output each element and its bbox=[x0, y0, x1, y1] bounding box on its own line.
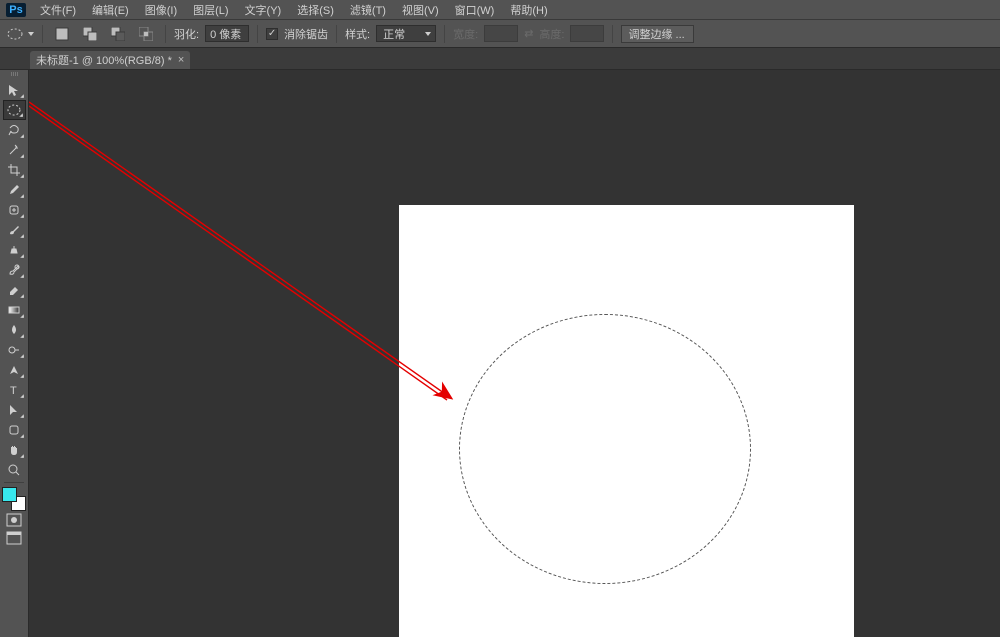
style-label: 样式: bbox=[345, 26, 370, 42]
separator bbox=[444, 25, 445, 43]
magic-wand-tool[interactable] bbox=[3, 140, 26, 160]
swap-wh-icon: ⇄ bbox=[524, 27, 533, 40]
healing-brush-tool[interactable] bbox=[3, 200, 26, 220]
separator bbox=[165, 25, 166, 43]
menu-select[interactable]: 选择(S) bbox=[291, 0, 340, 20]
menu-edit[interactable]: 编辑(E) bbox=[86, 0, 135, 20]
selection-add-icon[interactable] bbox=[79, 24, 101, 44]
lasso-tool[interactable] bbox=[3, 120, 26, 140]
quick-mask-toggle[interactable] bbox=[3, 511, 26, 529]
ellipse-marquee-icon bbox=[6, 27, 26, 41]
shape-tool[interactable] bbox=[3, 420, 26, 440]
pen-tool[interactable] bbox=[3, 360, 26, 380]
antialias-label: 消除锯齿 bbox=[284, 26, 328, 42]
history-brush-tool[interactable] bbox=[3, 260, 26, 280]
separator bbox=[612, 25, 613, 43]
menu-image[interactable]: 图像(I) bbox=[139, 0, 183, 20]
separator bbox=[257, 25, 258, 43]
selection-intersect-icon[interactable] bbox=[135, 24, 157, 44]
color-swatches[interactable] bbox=[2, 487, 26, 511]
document-tab[interactable]: 未标题-1 @ 100%(RGB/8) * × bbox=[30, 51, 190, 69]
zoom-tool[interactable] bbox=[3, 460, 26, 480]
chevron-down-icon bbox=[425, 32, 431, 36]
menu-bar: Ps 文件(F) 编辑(E) 图像(I) 图层(L) 文字(Y) 选择(S) 滤… bbox=[0, 0, 1000, 20]
workspace: T bbox=[0, 70, 1000, 637]
options-bar: 羽化: 0 像素 消除锯齿 样式: 正常 宽度: ⇄ 高度: 调整边缘 ... bbox=[0, 20, 1000, 48]
menu-layer[interactable]: 图层(L) bbox=[187, 0, 234, 20]
clone-stamp-tool[interactable] bbox=[3, 240, 26, 260]
document-tab-title: 未标题-1 @ 100%(RGB/8) * bbox=[36, 52, 172, 68]
height-input bbox=[570, 25, 604, 42]
document-tab-bar: 未标题-1 @ 100%(RGB/8) * × bbox=[0, 48, 1000, 70]
width-input bbox=[484, 25, 518, 42]
style-value: 正常 bbox=[383, 26, 405, 42]
menu-filter[interactable]: 滤镜(T) bbox=[344, 0, 392, 20]
canvas-area[interactable] bbox=[29, 70, 1000, 637]
blur-tool[interactable] bbox=[3, 320, 26, 340]
elliptical-marquee-tool[interactable] bbox=[3, 100, 26, 120]
refine-edge-button[interactable]: 调整边缘 ... bbox=[621, 25, 693, 43]
chevron-down-icon bbox=[28, 32, 34, 36]
refine-edge-label: 调整边缘 ... bbox=[628, 26, 684, 42]
current-tool-indicator[interactable] bbox=[6, 24, 34, 44]
brush-tool[interactable] bbox=[3, 220, 26, 240]
hand-tool[interactable] bbox=[3, 440, 26, 460]
menu-window[interactable]: 窗口(W) bbox=[449, 0, 501, 20]
marquee-selection bbox=[459, 314, 751, 584]
eraser-tool[interactable] bbox=[3, 280, 26, 300]
foreground-color-swatch[interactable] bbox=[2, 487, 17, 502]
menu-file[interactable]: 文件(F) bbox=[34, 0, 82, 20]
app-logo: Ps bbox=[6, 3, 26, 17]
feather-label: 羽化: bbox=[174, 26, 199, 42]
crop-tool[interactable] bbox=[3, 160, 26, 180]
svg-text:T: T bbox=[10, 385, 17, 397]
separator bbox=[4, 482, 24, 483]
move-tool[interactable] bbox=[3, 80, 26, 100]
path-selection-tool[interactable] bbox=[3, 400, 26, 420]
antialias-checkbox[interactable] bbox=[266, 28, 278, 40]
panel-grip-icon[interactable] bbox=[4, 72, 24, 78]
selection-subtract-icon[interactable] bbox=[107, 24, 129, 44]
tool-palette: T bbox=[0, 70, 29, 637]
style-dropdown[interactable]: 正常 bbox=[376, 25, 436, 42]
type-tool[interactable]: T bbox=[3, 380, 26, 400]
gradient-tool[interactable] bbox=[3, 300, 26, 320]
eyedropper-tool[interactable] bbox=[3, 180, 26, 200]
menu-view[interactable]: 视图(V) bbox=[396, 0, 445, 20]
height-label: 高度: bbox=[539, 26, 564, 42]
screen-mode-toggle[interactable] bbox=[3, 529, 26, 547]
menu-type[interactable]: 文字(Y) bbox=[239, 0, 288, 20]
dodge-tool[interactable] bbox=[3, 340, 26, 360]
separator bbox=[336, 25, 337, 43]
selection-new-icon[interactable] bbox=[51, 24, 73, 44]
close-tab-icon[interactable]: × bbox=[178, 54, 184, 66]
feather-input[interactable]: 0 像素 bbox=[205, 25, 249, 42]
separator bbox=[42, 25, 43, 43]
width-label: 宽度: bbox=[453, 26, 478, 42]
menu-help[interactable]: 帮助(H) bbox=[504, 0, 553, 20]
